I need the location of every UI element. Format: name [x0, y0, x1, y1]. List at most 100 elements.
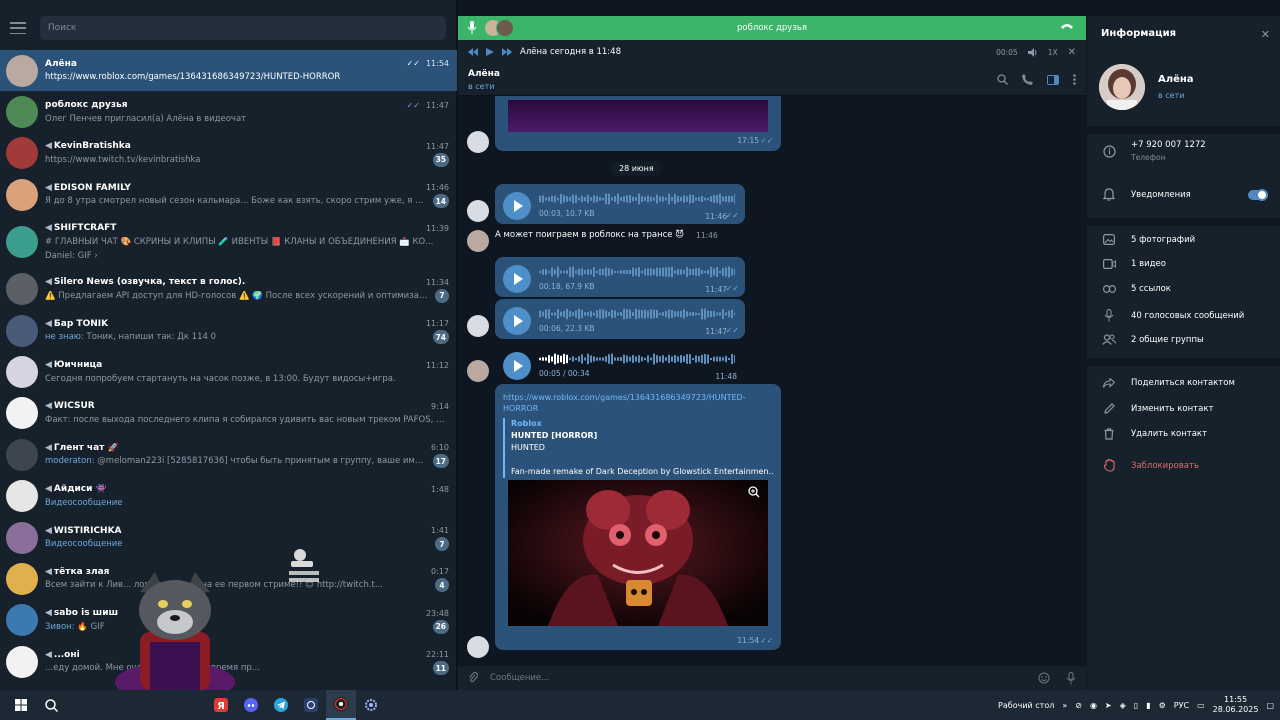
zoom-icon[interactable] — [748, 486, 760, 498]
date-divider: 28 июня — [611, 161, 662, 176]
channel-icon: ◀ — [45, 484, 52, 495]
voice-messages-row[interactable]: 40 голосовых сообщений — [1087, 309, 1280, 322]
link-message[interactable]: https://www.roblox.com/games/13643168634… — [495, 384, 781, 650]
contact-avatar[interactable] — [1099, 64, 1145, 110]
info-panel-title: Информация — [1101, 28, 1176, 39]
tray-icon[interactable]: ◉ — [1090, 701, 1097, 710]
previous-media-message[interactable]: 17:15 ✓✓ — [495, 96, 781, 151]
sidebar-toggle-icon[interactable] — [1047, 74, 1059, 85]
previous-track-icon[interactable] — [468, 48, 478, 56]
play-icon[interactable] — [486, 48, 494, 56]
preview-sender: не знаю: — [45, 332, 84, 343]
chat-item[interactable]: ◀ WICSUR 9:14 Факт: после выхода последнего… — [0, 393, 457, 434]
microphone-icon[interactable] — [468, 21, 476, 35]
tray-icon[interactable]: ◈ — [1120, 701, 1126, 710]
voice-message[interactable]: 00:03, 10.7 KB 11:46 ✓✓ — [495, 184, 745, 224]
taskbar-app-dark[interactable] — [296, 690, 326, 720]
taskbar-app-settings[interactable] — [356, 690, 386, 720]
preview-text: @meloman223i [5285817636] чтобы быть при… — [97, 456, 426, 467]
notifications-toggle[interactable] — [1248, 188, 1268, 201]
voice-record-icon[interactable] — [1066, 671, 1076, 685]
block-contact-row[interactable]: Заблокировать — [1087, 459, 1280, 472]
clock[interactable]: 11:55 28.06.2025 — [1213, 695, 1259, 715]
videos-row[interactable]: 1 видео — [1087, 259, 1280, 269]
phone-row[interactable]: +7 920 007 1272 Телефон — [1087, 140, 1280, 162]
links-count: 5 ссылок — [1131, 284, 1171, 294]
tray-icon[interactable]: ▯ — [1134, 701, 1138, 710]
system-tray: Рабочий стол » ⊘ ◉ ➤ ◈ ▯ ▮ ⚙ РУС ▭ 11:55… — [998, 695, 1274, 715]
chat-item[interactable]: ◀ Юичница 11:12 Сегодня попробуем стартанут… — [0, 351, 457, 392]
channel-icon: ◀ — [45, 566, 52, 577]
unread-badge: 74 — [432, 330, 449, 345]
voice-message-playing[interactable]: 00:05 / 00:34 11:48 — [495, 344, 745, 384]
taskbar-telegram[interactable] — [266, 690, 296, 720]
share-contact-row[interactable]: Поделиться контактом — [1087, 378, 1280, 388]
preview-text: Видеосообщение — [45, 497, 123, 508]
desktop-label[interactable]: Рабочий стол — [998, 701, 1054, 710]
chat-item[interactable]: ◀ Silero News (озвучка, текст в голос). 11… — [0, 269, 457, 310]
taskbar-yandex-browser[interactable]: Я — [206, 690, 236, 720]
emoji-icon[interactable] — [1038, 672, 1050, 684]
message-composer[interactable]: Сообщение... — [458, 666, 1086, 690]
hamburger-menu-icon[interactable] — [10, 22, 26, 34]
phone-call-icon[interactable] — [1022, 74, 1033, 85]
channel-icon: ◀ — [45, 649, 52, 660]
message-link[interactable]: https://www.roblox.com/games/13643168634… — [503, 392, 773, 414]
chat-item[interactable]: роблокс друзья ✓✓ 11:47 Олег Пенчев приглас… — [0, 91, 457, 132]
search-icon[interactable] — [997, 74, 1008, 85]
notifications-icon[interactable]: ▢ — [1266, 701, 1274, 710]
incoming-message[interactable]: А может поиграем в роблокс на трансе 😈 1… — [495, 226, 718, 244]
network-icon[interactable]: ▭ — [1197, 701, 1205, 710]
chat-item[interactable]: ◀ SHIFTCRAFT 11:39 # ГЛАВНЫЙ ЧАТ 🎨 СКРИНЫ И… — [0, 216, 457, 269]
close-icon[interactable]: ✕ — [1261, 28, 1270, 41]
taskbar-discord[interactable] — [236, 690, 266, 720]
voice-message[interactable]: 00:06, 22.3 KB 11:47 ✓✓ — [495, 299, 745, 339]
voice-messages-count: 40 голосовых сообщений — [1131, 310, 1245, 321]
tray-icon[interactable]: ⚙ — [1159, 701, 1166, 710]
chat-avatar — [6, 438, 38, 471]
play-button[interactable] — [503, 307, 531, 335]
notifications-row[interactable]: Уведомления — [1087, 188, 1280, 201]
play-button[interactable] — [503, 352, 531, 380]
close-player-icon[interactable]: ✕ — [1068, 47, 1076, 58]
voice-message[interactable]: 00:18, 67.9 KB 11:47 ✓✓ — [495, 257, 745, 297]
attach-icon[interactable] — [468, 672, 478, 684]
preview-image[interactable] — [508, 480, 768, 626]
links-row[interactable]: 5 ссылок — [1087, 284, 1280, 294]
language-indicator[interactable]: РУС — [1174, 701, 1189, 710]
delete-contact-row[interactable]: Удалить контакт — [1087, 428, 1280, 440]
message-input[interactable]: Сообщение... — [490, 673, 549, 683]
play-button[interactable] — [503, 265, 531, 293]
common-groups-row[interactable]: 2 общие группы — [1087, 334, 1280, 345]
chat-item[interactable]: ◀ WISTIRICHKA 1:41 Видеосообщение 7 — [0, 517, 457, 558]
edit-contact-row[interactable]: Изменить контакт — [1087, 403, 1280, 414]
volume-icon[interactable] — [1027, 47, 1038, 57]
playback-speed-button[interactable]: 1X — [1048, 48, 1058, 57]
link-preview[interactable]: Roblox HUNTED [HORROR] HUNTED Fan-made r… — [503, 418, 773, 478]
start-button[interactable] — [6, 690, 36, 720]
chat-item[interactable]: ◀ KevinBratishka 11:47 https://www.twitch.t… — [0, 133, 457, 174]
chat-item[interactable]: Алёна ✓✓ 11:54 https://www.roblox.com/games… — [0, 50, 457, 92]
tray-icon[interactable]: ⊘ — [1075, 701, 1082, 710]
hang-up-icon[interactable] — [1060, 22, 1074, 30]
tray-icon[interactable]: ➤ — [1105, 701, 1112, 710]
photos-row[interactable]: 5 фотографий — [1087, 234, 1280, 245]
taskbar-search-button[interactable] — [36, 690, 66, 720]
chat-header[interactable]: Алёна в сети — [458, 64, 1086, 96]
taskbar-obs[interactable] — [326, 690, 356, 720]
play-button[interactable] — [503, 192, 531, 220]
next-track-icon[interactable] — [502, 48, 512, 56]
chat-item[interactable]: ◀ Бар TONIK 11:17 не знаю: Тоник, напиши та… — [0, 310, 457, 351]
chat-item[interactable]: ◀ Глент чат 🚀 6:10 moderaton: @meloman223i … — [0, 434, 457, 475]
chat-item[interactable]: ◀ EDISON FAMILY 11:46 Я до 8 утра смотрел н… — [0, 174, 457, 215]
chat-item[interactable]: ◀ Айдиси 👾 1:48 Видеосообщение — [0, 476, 457, 517]
more-options-icon[interactable] — [1073, 74, 1076, 85]
chat-time: 22:11 — [425, 650, 449, 660]
battery-icon[interactable]: ▮ — [1146, 701, 1150, 710]
chevron-icon[interactable]: » — [1062, 701, 1067, 710]
chat-avatar — [6, 562, 38, 595]
preview-sender: Зивон: — [45, 621, 75, 632]
group-call-bar[interactable]: роблокс друзья — [458, 16, 1086, 40]
microphone-icon — [1104, 309, 1114, 322]
search-input[interactable]: Поиск — [39, 16, 446, 40]
